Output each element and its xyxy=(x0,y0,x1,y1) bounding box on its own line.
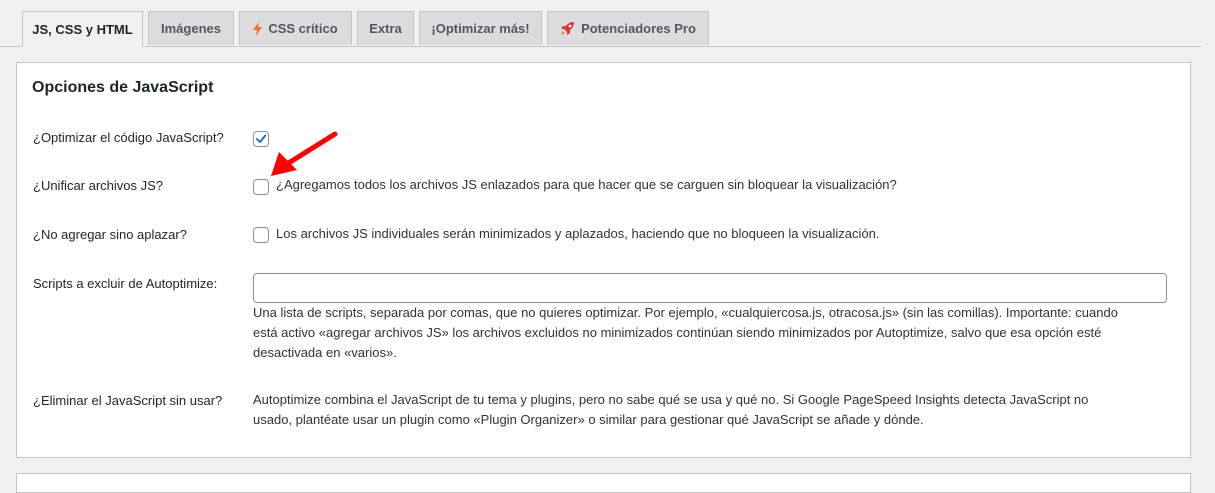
tab-label: Imágenes xyxy=(161,21,221,36)
next-card xyxy=(16,473,1191,493)
js-options-card: Opciones de JavaScript ¿Optimizar el cód… xyxy=(16,62,1191,458)
unused-js-text-line-1: Autoptimize combina el JavaScript de tu … xyxy=(253,392,1089,407)
exclude-help-line-3: desactivada en «varios». xyxy=(253,345,397,360)
tab-extra[interactable]: Extra xyxy=(357,11,414,45)
exclude-scripts-input[interactable] xyxy=(253,273,1167,303)
tab-label: Extra xyxy=(369,21,402,36)
rocket-icon xyxy=(560,21,575,36)
tab-label: Potenciadores Pro xyxy=(581,21,696,36)
tab-critical-css[interactable]: CSS crítico xyxy=(239,11,352,45)
exclude-scripts-label: Scripts a excluir de Autoptimize: xyxy=(33,276,218,291)
defer-js-description: Los archivos JS individuales serán minim… xyxy=(276,226,880,241)
tab-pro-boosters[interactable]: Potenciadores Pro xyxy=(547,11,709,45)
section-title: Opciones de JavaScript xyxy=(32,79,214,96)
tab-label: ¡Optimizar más! xyxy=(431,21,530,36)
lightning-icon xyxy=(253,21,263,36)
annotation-arrow-icon xyxy=(271,131,338,176)
tab-label: JS, CSS y HTML xyxy=(32,21,133,37)
tab-optimize-more[interactable]: ¡Optimizar más! xyxy=(419,11,542,45)
tab-js-css-html[interactable]: JS, CSS y HTML xyxy=(22,11,143,47)
defer-js-label: ¿No agregar sino aplazar? xyxy=(33,227,187,242)
aggregate-js-description: ¿Agregamos todos los archivos JS enlazad… xyxy=(276,177,897,192)
tab-images[interactable]: Imágenes xyxy=(148,11,234,45)
tab-bar: JS, CSS y HTML Imágenes CSS crítico Extr… xyxy=(0,0,1201,47)
defer-js-checkbox[interactable] xyxy=(253,227,269,243)
aggregate-js-label: ¿Unificar archivos JS? xyxy=(33,178,164,193)
optimize-js-label: ¿Optimizar el código JavaScript? xyxy=(33,130,224,145)
tab-label: CSS crítico xyxy=(268,21,338,36)
unused-js-text-line-2: usado, plantéate usar un plugin como «Pl… xyxy=(253,412,924,427)
unused-js-label: ¿Eliminar el JavaScript sin usar? xyxy=(33,393,223,408)
exclude-help-line-1: Una lista de scripts, separada por comas… xyxy=(253,305,1118,320)
exclude-help-line-2: está activo «agregar archivos JS» los ar… xyxy=(253,325,1102,340)
